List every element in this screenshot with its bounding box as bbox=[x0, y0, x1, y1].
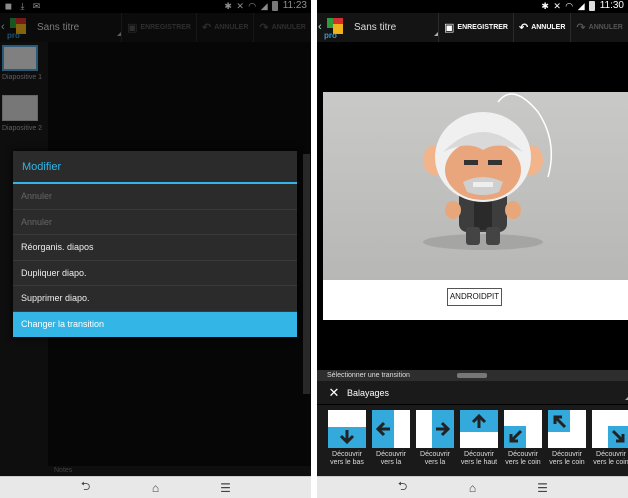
menu-icon[interactable]: ☰ bbox=[217, 481, 235, 495]
transition-item[interactable]: Découvrir vers la bbox=[415, 410, 455, 467]
transition-panel-header: Sélectionner une transition bbox=[317, 370, 628, 381]
mute-icon: ✕ bbox=[553, 0, 561, 11]
signal-icon: ◢ bbox=[577, 0, 585, 11]
document-title[interactable]: Sans titre bbox=[354, 18, 438, 38]
redo-icon: ↷ bbox=[576, 22, 586, 34]
transition-category-dropdown[interactable]: Balayages bbox=[347, 386, 628, 400]
cover-right-icon bbox=[416, 410, 454, 448]
slide-photo[interactable] bbox=[323, 92, 628, 280]
redo-button[interactable]: ↷ ANNULER bbox=[570, 13, 627, 42]
undo-button[interactable]: ↶ ANNULER bbox=[512, 13, 570, 42]
transition-item[interactable]: Découvrir vers la bbox=[371, 410, 411, 467]
dialog-title: Modifier bbox=[13, 151, 297, 184]
status-bar: ✱ ✕ ◠ ◢ 11:30 bbox=[317, 0, 628, 13]
transition-item[interactable]: Découvrir vers le coin bbox=[547, 410, 587, 467]
cover-down-left-icon bbox=[504, 410, 542, 448]
panel-drag-handle[interactable] bbox=[457, 373, 487, 378]
undo-icon: ↶ bbox=[518, 22, 529, 34]
transition-item[interactable]: Découvrir vers le bas bbox=[327, 410, 367, 467]
back-icon[interactable]: ⮌ bbox=[77, 479, 95, 495]
menu-item-change-transition[interactable]: Changer la transition bbox=[13, 311, 297, 337]
slide-caption-textbox[interactable]: ANDROIDPIT bbox=[447, 288, 502, 306]
transition-category-bar: ✕ Balayages bbox=[317, 381, 628, 404]
app-logo-icon[interactable]: pro bbox=[324, 16, 344, 40]
transition-item[interactable]: Découvrir vers le coin bbox=[503, 410, 543, 467]
action-bar: ‹ pro Sans titre ▣ ENREGISTRER ↶ ANNULER… bbox=[317, 13, 628, 42]
navigation-bar: ⮌ ⌂ ☰ bbox=[317, 476, 628, 498]
cover-down-right-icon bbox=[592, 410, 628, 448]
toy-figure-image bbox=[423, 93, 553, 250]
close-icon[interactable]: ✕ bbox=[327, 385, 341, 401]
transition-list: Découvrir vers le bas Découvrir vers la … bbox=[317, 405, 628, 477]
right-screen: ✱ ✕ ◠ ◢ 11:30 ‹ pro Sans titre ▣ ENREGIS… bbox=[317, 0, 628, 498]
cover-up-icon bbox=[460, 410, 498, 448]
transition-item[interactable]: Découvrir vers le haut bbox=[459, 410, 499, 467]
menu-item-redo: Annuler bbox=[13, 210, 297, 235]
menu-item-undo: Annuler bbox=[13, 184, 297, 210]
menu-item-duplicate-slide[interactable]: Dupliquer diapo. bbox=[13, 261, 297, 286]
left-screen: ◼ ⤓ ✉ ✱ ✕ ◠ ◢ 11:23 ‹ pro Sans titre ▣ E… bbox=[0, 0, 311, 498]
battery-icon bbox=[588, 0, 595, 11]
slide[interactable]: ANDROIDPIT bbox=[323, 92, 628, 320]
save-button[interactable]: ▣ ENREGISTRER bbox=[438, 13, 513, 42]
cover-up-left-icon bbox=[548, 410, 586, 448]
cover-down-icon bbox=[328, 410, 366, 448]
slide-area[interactable]: ANDROIDPIT bbox=[317, 42, 628, 370]
menu-icon[interactable]: ☰ bbox=[534, 481, 552, 495]
edit-menu-dialog: Modifier Annuler Annuler Réorganis. diap… bbox=[13, 151, 297, 337]
wifi-icon: ◠ bbox=[565, 0, 574, 11]
menu-item-reorder-slides[interactable]: Réorganis. diapos bbox=[13, 235, 297, 261]
status-time: 11:30 bbox=[599, 0, 624, 11]
cover-left-icon bbox=[372, 410, 410, 448]
navigation-bar: ⮌ ⌂ ☰ bbox=[0, 476, 311, 498]
bluetooth-icon: ✱ bbox=[541, 0, 549, 11]
home-icon[interactable]: ⌂ bbox=[147, 481, 165, 495]
transition-item[interactable]: Découvrir vers le coin bbox=[591, 410, 628, 467]
back-icon[interactable]: ⮌ bbox=[394, 479, 412, 495]
menu-item-delete-slide[interactable]: Supprimer diapo. bbox=[13, 286, 297, 312]
home-icon[interactable]: ⌂ bbox=[464, 481, 482, 495]
save-icon: ▣ bbox=[444, 22, 455, 34]
